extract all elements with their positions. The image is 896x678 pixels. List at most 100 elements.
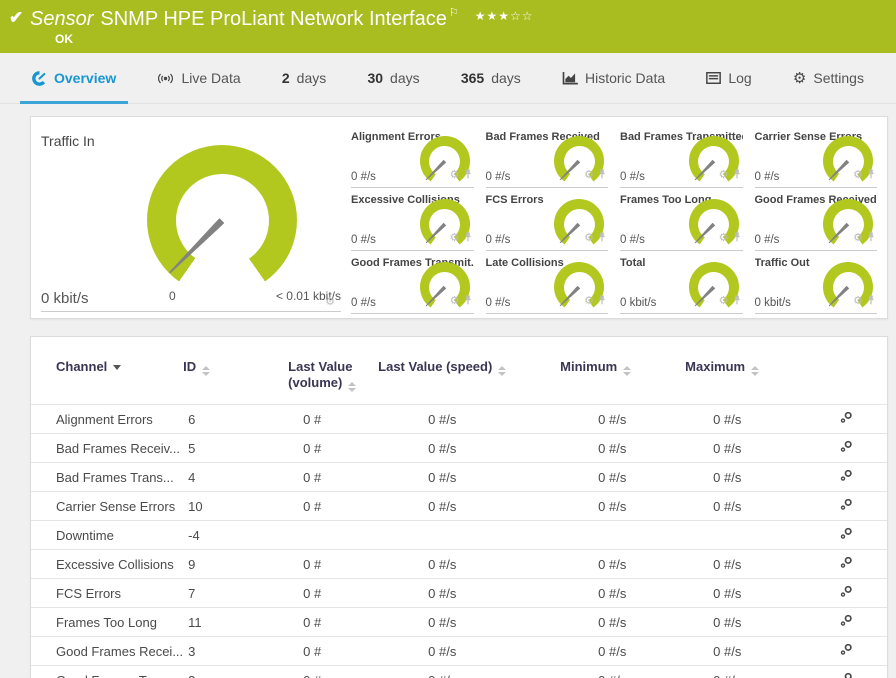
table-row: Bad Frames Trans...40 #0 #/s0 #/s0 #/s — [31, 463, 887, 492]
cell-value: 0 #/s — [428, 586, 456, 601]
cell-id: 6 — [183, 405, 288, 434]
channel-link[interactable]: Alignment Errors — [56, 412, 153, 427]
gauge-icon — [32, 71, 47, 86]
mini-gauge-cell: Carrier Sense Errors0 #/s⚙ — [755, 125, 878, 188]
channel-settings-icon[interactable] — [840, 556, 853, 569]
channel-settings-icon[interactable] — [840, 411, 853, 424]
cell-speed: 0 #/s — [378, 579, 560, 608]
channel-settings-icon[interactable] — [840, 672, 853, 678]
gauge-pin-icon[interactable] — [867, 166, 875, 184]
column-header-channel[interactable]: Channel — [31, 349, 183, 405]
channel-settings-icon[interactable] — [840, 469, 853, 482]
gauge-pin-icon[interactable] — [464, 166, 472, 184]
gauge-settings-icon[interactable]: ⚙ — [584, 170, 594, 181]
cell-value: 10 — [188, 499, 202, 514]
column-header-max[interactable]: Maximum — [685, 349, 800, 405]
gauge-settings-icon[interactable]: ⚙ — [584, 296, 594, 307]
gauge-settings-icon[interactable]: ⚙ — [719, 233, 729, 244]
sort-arrows-icon[interactable] — [348, 382, 356, 392]
sort-arrows-icon[interactable] — [623, 366, 631, 376]
priority-stars[interactable]: ★★★☆☆ — [475, 9, 534, 23]
cell-channel: Carrier Sense Errors — [31, 492, 183, 521]
mini-gauge-cell: Excessive Collisions0 #/s⚙ — [351, 188, 474, 251]
gauge-pin-icon[interactable] — [598, 229, 606, 247]
channel-settings-icon[interactable] — [840, 498, 853, 511]
tab-2-days[interactable]: 2days — [270, 53, 338, 103]
flag-icon: ⚐ — [449, 7, 459, 19]
gauge-settings-icon[interactable]: ⚙ — [719, 170, 729, 181]
gauge-pin-icon[interactable] — [598, 292, 606, 310]
sort-arrows-icon[interactable] — [113, 365, 121, 370]
channel-settings-icon[interactable] — [840, 585, 853, 598]
tab-settings[interactable]: ⚙Settings — [781, 53, 876, 103]
table-row: Excessive Collisions90 #0 #/s0 #/s0 #/s — [31, 550, 887, 579]
cell-value: 2 — [188, 673, 195, 678]
channel-link[interactable]: Good Frames Recei... — [56, 644, 183, 659]
column-header-id[interactable]: ID — [183, 349, 288, 405]
gauge-settings-icon[interactable]: ⚙ — [853, 170, 863, 181]
gauge-cell-icons: ⚙ — [584, 292, 606, 310]
gauge-pin-icon[interactable] — [464, 292, 472, 310]
sort-arrows-icon[interactable] — [498, 366, 506, 376]
cell-max: 0 #/s — [685, 608, 800, 637]
gauge-settings-icon[interactable]: ⚙ — [719, 296, 729, 307]
cell-value: 0 #/s — [713, 644, 741, 659]
tab-label: days — [390, 70, 420, 86]
cell-volume: 0 # — [288, 405, 378, 434]
tab-log[interactable]: Log — [694, 53, 763, 103]
channel-link[interactable]: FCS Errors — [56, 586, 121, 601]
gauge-pin-icon[interactable] — [733, 166, 741, 184]
channel-settings-icon[interactable] — [840, 643, 853, 656]
gauge-scale-min: 0 — [169, 289, 176, 303]
gauge-settings-icon[interactable]: ⚙ — [450, 170, 460, 181]
gear-icon: ⚙ — [793, 71, 806, 86]
mini-gauge-cell: Total0 kbit/s⚙ — [620, 251, 743, 314]
sort-arrows-icon[interactable] — [751, 366, 759, 376]
tab-365-days[interactable]: 365days — [449, 53, 533, 103]
column-header-volume[interactable]: Last Value (volume) — [288, 349, 378, 405]
column-header-speed[interactable]: Last Value (speed) — [378, 349, 560, 405]
tab-30-days[interactable]: 30days — [355, 53, 431, 103]
gauge-settings-icon[interactable]: ⚙ — [325, 297, 335, 308]
channel-settings-icon[interactable] — [840, 527, 853, 540]
cell-speed: 0 #/s — [378, 434, 560, 463]
gauge-pin-icon[interactable] — [867, 229, 875, 247]
cell-value: 6 — [188, 412, 195, 427]
channel-link[interactable]: Carrier Sense Errors — [56, 499, 175, 514]
mini-gauge-value: 0 #/s — [351, 234, 376, 246]
cell-max: 0 #/s — [685, 405, 800, 434]
gauge-settings-icon[interactable]: ⚙ — [450, 296, 460, 307]
sort-arrows-icon[interactable] — [202, 366, 210, 376]
channel-settings-icon[interactable] — [840, 440, 853, 453]
tab-live-data[interactable]: Live Data — [145, 53, 252, 103]
gauge-settings-icon[interactable]: ⚙ — [853, 296, 863, 307]
table-row: Alignment Errors60 #0 #/s0 #/s0 #/s — [31, 405, 887, 434]
column-header-min[interactable]: Minimum — [560, 349, 685, 405]
tab-historic-data[interactable]: Historic Data — [550, 53, 677, 103]
channel-link[interactable]: Bad Frames Receiv... — [56, 441, 180, 456]
mini-gauge-title: Late Collisions — [486, 257, 564, 269]
gauge-pin-icon[interactable] — [733, 292, 741, 310]
gauge-pin-icon[interactable] — [733, 229, 741, 247]
cell-value: 0 #/s — [713, 412, 741, 427]
gauge-settings-icon[interactable]: ⚙ — [853, 233, 863, 244]
cell-value: 0 #/s — [598, 470, 626, 485]
gauge-cell-icons: ⚙ — [853, 166, 875, 184]
channel-link[interactable]: Downtime — [56, 528, 114, 543]
channel-link[interactable]: Excessive Collisions — [56, 557, 174, 572]
cell-value: 0 # — [303, 615, 321, 630]
gauge-cell-icons: ⚙ — [584, 229, 606, 247]
channel-link[interactable]: Bad Frames Trans... — [56, 470, 174, 485]
cell-id: 3 — [183, 637, 288, 666]
gauge-settings-icon[interactable]: ⚙ — [584, 233, 594, 244]
channels-panel: ChannelIDLast Value (volume)Last Value (… — [30, 336, 888, 678]
channel-link[interactable]: Good Frames Trans... — [56, 673, 182, 678]
channel-link[interactable]: Frames Too Long — [56, 615, 157, 630]
cell-value: 0 #/s — [428, 470, 456, 485]
gauge-pin-icon[interactable] — [464, 229, 472, 247]
gauge-pin-icon[interactable] — [867, 292, 875, 310]
gauge-settings-icon[interactable]: ⚙ — [450, 233, 460, 244]
gauge-pin-icon[interactable] — [598, 166, 606, 184]
tab-overview[interactable]: Overview — [20, 53, 128, 103]
channel-settings-icon[interactable] — [840, 614, 853, 627]
